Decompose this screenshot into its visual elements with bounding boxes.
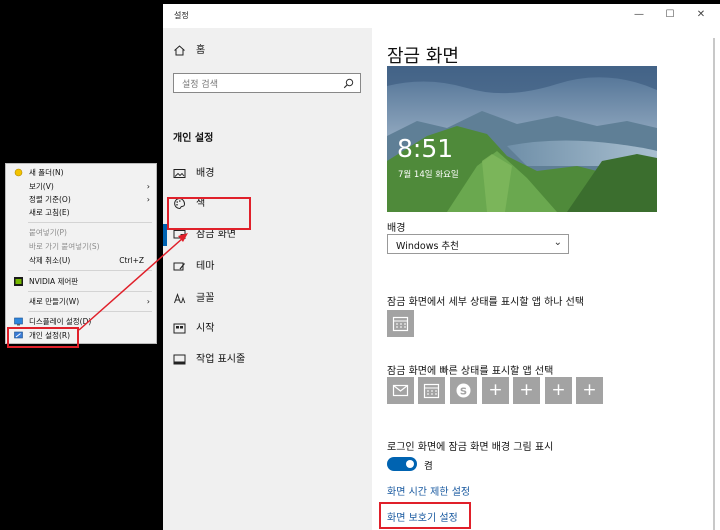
picture-icon bbox=[173, 169, 186, 178]
menu-item-new-folder[interactable]: 새 폴더(N) bbox=[6, 166, 156, 179]
quick-status-app-calendar[interactable] bbox=[418, 377, 445, 404]
preview-date: 7월 14일 화요일 bbox=[398, 170, 459, 180]
menu-item-paste-shortcut[interactable]: 바로 가기 붙여넣기(S) bbox=[6, 240, 156, 253]
search-icon bbox=[343, 78, 354, 89]
lock-screen-page: 잠금 화면 8:51 7월 14일 화요일 배경 Windows 추천 ⌄ 잠금… bbox=[372, 28, 720, 530]
menu-item-paste[interactable]: 붙여넣기(P) bbox=[6, 226, 156, 239]
plus-icon: + bbox=[519, 380, 534, 400]
screen-timeout-link[interactable]: 화면 시간 제한 설정 bbox=[387, 483, 470, 498]
settings-sidebar: 홈 설정 검색 개인 설정 배경 색 잠금 화면 테마 글꼴 시작 작업 표시줄 bbox=[163, 28, 372, 530]
quick-status-label: 잠금 화면에 빠른 상태를 표시할 앱 선택 bbox=[387, 366, 554, 377]
plus-icon: + bbox=[582, 380, 597, 400]
quick-status-add-button[interactable]: + bbox=[576, 377, 603, 404]
brush-icon bbox=[173, 262, 185, 271]
lock-screen-preview: 8:51 7월 14일 화요일 bbox=[387, 66, 657, 212]
menu-item-nvidia-control-panel[interactable]: NVIDIA 제어판 bbox=[6, 275, 156, 288]
maximize-button[interactable]: ☐ bbox=[660, 7, 680, 23]
calendar-icon bbox=[423, 383, 440, 399]
settings-search-input[interactable]: 설정 검색 bbox=[173, 73, 361, 93]
skype-icon: S bbox=[456, 383, 471, 398]
preview-time: 8:51 bbox=[397, 134, 454, 163]
menu-separator bbox=[28, 291, 152, 292]
start-icon bbox=[173, 323, 186, 334]
toggle-knob bbox=[406, 460, 414, 468]
menu-separator bbox=[28, 311, 152, 312]
title-bar: 설정 — ☐ ✕ bbox=[163, 4, 720, 28]
desktop-context-menu: 새 폴더(N) 보기(V) › 정렬 기준(O) › 새로 고침(E) 붙여넣기… bbox=[5, 163, 157, 344]
highlight-box-lock-screen bbox=[167, 197, 251, 230]
minimize-button[interactable]: — bbox=[629, 7, 649, 23]
taskbar-icon bbox=[173, 354, 186, 365]
submenu-arrow-icon: › bbox=[146, 182, 150, 191]
folder-icon bbox=[14, 168, 23, 177]
plus-icon: + bbox=[551, 380, 566, 400]
mail-icon bbox=[392, 384, 409, 397]
window-title: 설정 bbox=[174, 11, 189, 20]
menu-item-refresh[interactable]: 새로 고침(E) bbox=[6, 206, 156, 219]
signin-background-label: 로그인 화면에 잠금 화면 배경 그림 표시 bbox=[387, 442, 554, 453]
menu-item-new[interactable]: 새로 만들기(W) › bbox=[6, 295, 156, 308]
menu-item-sort-by[interactable]: 정렬 기준(O) › bbox=[6, 193, 156, 206]
quick-status-add-button[interactable]: + bbox=[482, 377, 509, 404]
background-dropdown[interactable]: Windows 추천 ⌄ bbox=[387, 234, 569, 254]
calendar-icon bbox=[392, 316, 409, 332]
highlight-box-personalize bbox=[7, 327, 79, 348]
menu-separator bbox=[28, 270, 152, 271]
nav-section-title: 개인 설정 bbox=[173, 133, 214, 144]
detailed-status-app-button[interactable] bbox=[387, 310, 414, 337]
menu-item-view[interactable]: 보기(V) › bbox=[6, 180, 156, 193]
toggle-state-label: 켬 bbox=[424, 461, 433, 472]
page-title: 잠금 화면 bbox=[387, 46, 459, 67]
menu-separator bbox=[28, 222, 152, 223]
detailed-status-label: 잠금 화면에서 세부 상태를 표시할 앱 하나 선택 bbox=[387, 297, 585, 308]
highlight-box-screen-saver bbox=[379, 502, 471, 529]
chevron-down-icon: ⌄ bbox=[553, 237, 562, 248]
plus-icon: + bbox=[488, 380, 503, 400]
quick-status-add-button[interactable]: + bbox=[513, 377, 540, 404]
background-label: 배경 bbox=[387, 223, 406, 234]
quick-status-app-mail[interactable] bbox=[387, 377, 414, 404]
display-icon bbox=[14, 317, 23, 326]
quick-status-app-skype[interactable]: S bbox=[450, 377, 477, 404]
nvidia-icon bbox=[14, 277, 23, 286]
menu-item-undo-delete[interactable]: 삭제 취소(U) Ctrl+Z bbox=[6, 254, 156, 267]
home-icon bbox=[174, 45, 185, 56]
settings-window: 설정 — ☐ ✕ 홈 설정 검색 개인 설정 배경 색 잠금 화면 테마 글꼴 … bbox=[163, 4, 720, 530]
scrollbar[interactable] bbox=[713, 38, 715, 530]
font-icon bbox=[174, 292, 186, 304]
quick-status-add-button[interactable]: + bbox=[545, 377, 572, 404]
close-button[interactable]: ✕ bbox=[691, 7, 711, 23]
signin-background-toggle[interactable] bbox=[387, 457, 417, 471]
svg-text:S: S bbox=[460, 386, 467, 397]
shortcut-label: Ctrl+Z bbox=[119, 256, 144, 265]
submenu-arrow-icon: › bbox=[146, 195, 150, 204]
submenu-arrow-icon: › bbox=[146, 297, 150, 306]
